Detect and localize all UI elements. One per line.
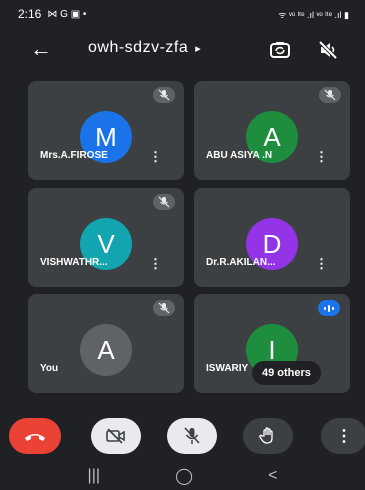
switch-camera-icon[interactable] [266, 36, 294, 64]
participant-tile[interactable]: A ABU ASIYA .N ⋮ [194, 81, 350, 180]
participant-tile[interactable]: I ISWARIY 49 others [194, 294, 350, 393]
participant-name: Dr.R.AKILAN... [206, 257, 276, 268]
notification-icons: ⋈ G ▣ • [47, 8, 87, 20]
more-options-icon[interactable]: ⋮ [315, 257, 328, 270]
participant-tile[interactable]: V VISHWATHR... ⋮ [28, 188, 184, 287]
end-call-button[interactable] [9, 418, 61, 454]
meeting-code-button[interactable]: owh-sdzv-zfa ▸ [88, 39, 201, 57]
participant-name: VISHWATHR... [40, 257, 108, 268]
participant-tile[interactable]: M Mrs.A.FIROSE ⋮ [28, 81, 184, 180]
more-options-icon[interactable]: ⋮ [149, 150, 162, 163]
more-options-icon[interactable]: ⋮ [149, 257, 162, 270]
speaker-off-icon[interactable] [314, 36, 342, 64]
avatar: A [80, 324, 132, 376]
caret-right-icon: ▸ [195, 42, 202, 55]
mic-off-icon [153, 300, 175, 316]
participant-name: ISWARIY [206, 363, 249, 374]
meeting-header: ← owh-sdzv-zfa ▸ [0, 28, 365, 72]
recents-icon[interactable]: ||| [88, 467, 100, 485]
raise-hand-icon [259, 427, 273, 444]
participant-name: ABU ASIYA .N [206, 150, 273, 161]
home-icon[interactable]: ◯ [175, 466, 193, 486]
status-time: 2:16 [18, 7, 42, 21]
raise-hand-button[interactable] [243, 418, 293, 454]
self-tile[interactable]: A You [28, 294, 184, 393]
more-vert-icon: ⋮ [336, 428, 352, 445]
camera-off-icon [106, 428, 125, 444]
more-options-icon[interactable]: ⋮ [315, 150, 328, 163]
mic-off-icon [153, 194, 175, 210]
mic-off-icon [319, 87, 341, 103]
others-count-button[interactable]: 49 others [252, 361, 321, 385]
more-options-button[interactable]: ⋮ [321, 418, 365, 454]
back-arrow-icon[interactable]: ← [30, 36, 52, 62]
participant-tile[interactable]: D Dr.R.AKILAN... ⋮ [194, 188, 350, 287]
system-nav-bar: ||| ◯ < [0, 462, 365, 490]
signal-battery-indicators: ᯤ ᵛᵒ ˡᵗᵉ .ıl ᵛᵒ ˡᵗᵉ .ıl ▮ [278, 9, 349, 20]
mic-off-icon [184, 427, 200, 444]
participant-name: You [40, 363, 59, 374]
status-bar: 2:16 ⋈ G ▣ • ᯤ ᵛᵒ ˡᵗᵉ .ıl ᵛᵒ ˡᵗᵉ .ıl ▮ [0, 0, 365, 28]
participant-name: Mrs.A.FIROSE [40, 150, 108, 161]
speaking-indicator-icon [318, 300, 340, 316]
call-controls: ⋮ [0, 418, 365, 458]
phone-hangup-icon [25, 434, 45, 441]
mic-toggle-button[interactable] [167, 418, 217, 454]
meeting-code: owh-sdzv-zfa [88, 39, 189, 56]
back-icon[interactable]: < [268, 467, 277, 485]
mic-off-icon [153, 87, 175, 103]
camera-toggle-button[interactable] [91, 418, 141, 454]
